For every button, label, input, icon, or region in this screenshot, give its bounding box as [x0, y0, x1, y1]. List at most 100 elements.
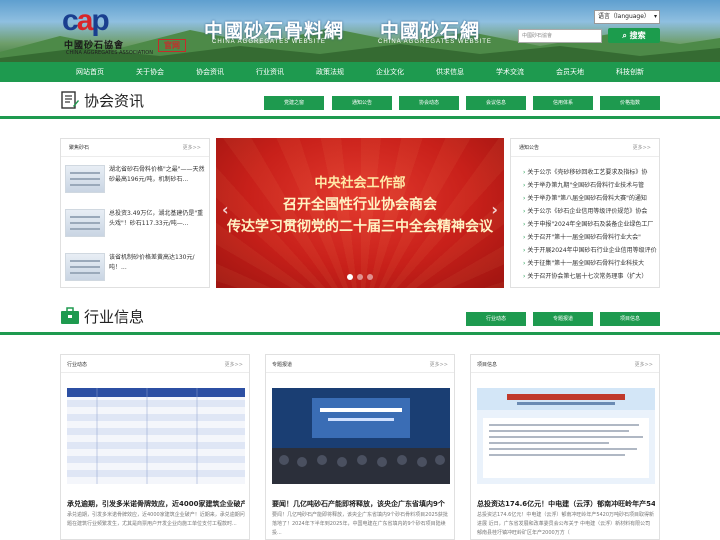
news-thumbnail	[65, 165, 105, 193]
logo-en-text: CHINA AGGREGATES ASSOCIATION	[66, 50, 153, 56]
news-thumbnail	[65, 209, 105, 237]
notice-item[interactable]: › 关于申报"2024年全国砂石及装备企业绿色工厂	[523, 219, 663, 231]
hero-banner[interactable]: 中央社会工作部 召开全国性行业协会商会 传达学习贯彻党的二十届三中全会精神会议 …	[216, 138, 504, 288]
notice-item[interactable]: › 关于征集"第十一届全国砂石骨料行业科技大	[523, 258, 663, 270]
assoc-tab-price[interactable]: 价格指数	[600, 96, 660, 110]
association-logo[interactable]: cap 中國砂石協會 CHINA AGGREGATES ASSOCIATION …	[60, 4, 200, 56]
box-header: 项目信息 更多>>	[471, 355, 659, 373]
arrow-right-icon: ›	[523, 221, 526, 228]
industry-tab-dynamics[interactable]: 行业动态	[466, 312, 526, 326]
nav-item-home[interactable]: 网站首页	[60, 62, 120, 82]
nav-item-tech[interactable]: 科技创新	[600, 62, 660, 82]
section-divider	[0, 116, 720, 119]
arrow-right-icon: ›	[523, 234, 526, 241]
list-item[interactable]: 该省机制砂价格差黄高达130元/吨！...	[65, 253, 207, 287]
assoc-tab-dynamics[interactable]: 协会动态	[399, 96, 459, 110]
arrow-right-icon: ›	[523, 273, 526, 280]
chevron-right-icon[interactable]: ›	[491, 200, 498, 219]
box-header: 通知公告 更多>>	[511, 139, 659, 157]
chevron-down-icon: ▾	[653, 13, 657, 20]
more-link[interactable]: 更多>>	[633, 144, 651, 151]
notice-item[interactable]: › 关于公示《壳砂移砂回收工艺要求及指标》协	[523, 167, 663, 179]
card-description: 要闻！几亿吨砂石产能即将释放，该央企广东省填内9个砂石骨料项目2025获批落地了…	[272, 512, 448, 536]
card-description: 承兑逾期，引发多米诺骨牌效应，近4000家建筑企业破产！近期来，承兑逾期问题在建…	[67, 512, 245, 527]
carousel-dot[interactable]	[367, 274, 373, 280]
more-link[interactable]: 更多>>	[225, 361, 243, 368]
focus-sand-box: 聚焦砂石 更多>> 湖北省砂石骨料价格"之最"——天然 砂最高196元/吨，机制砂…	[60, 138, 210, 288]
nav-item-members[interactable]: 会员天地	[540, 62, 600, 82]
industry-tab-special[interactable]: 专题报道	[533, 312, 593, 326]
search-button[interactable]: ⌕ 搜索	[608, 28, 660, 43]
banner-line-3: 传达学习贯彻党的二十届三中全会精神会议	[227, 219, 493, 235]
notice-item[interactable]: › 关于召开"第十一届全国砂石骨料行业大会"	[523, 232, 663, 244]
industry-tab-projects[interactable]: 项目信息	[600, 312, 660, 326]
search-input[interactable]: 中國砂石協會	[518, 29, 602, 43]
list-item[interactable]: 湖北省砂石骨料价格"之最"——天然 砂最高196元/吨，机制砂石...	[65, 165, 207, 199]
nav-item-about[interactable]: 关于协会	[120, 62, 180, 82]
arrow-right-icon: ›	[523, 247, 526, 254]
box-title: 专题报道	[272, 362, 293, 368]
arrow-right-icon: ›	[523, 195, 526, 202]
box-title: 行业动态	[67, 362, 88, 368]
carousel-dot[interactable]	[347, 274, 353, 280]
logo-cap-mark: cap	[62, 4, 110, 37]
industry-card[interactable]: 行业动态 更多>> 承兑逾期，引发多米诺骨牌效应，近4000家建筑企业破产 承兑…	[60, 354, 250, 540]
search-icon: ⌕	[622, 31, 627, 40]
assoc-tab-credit[interactable]: 信用体系	[533, 96, 593, 110]
nav-item-culture[interactable]: 企业文化	[360, 62, 420, 82]
list-item[interactable]: 总投资3.49万亿，湖北基建仍是"重 头戏"！砂石117.33元/吨—...	[65, 209, 207, 243]
assoc-tab-party[interactable]: 党建之窗	[264, 96, 324, 110]
briefcase-icon	[61, 307, 79, 324]
document-screenshot	[477, 388, 655, 484]
industry-card[interactable]: 项目信息 更多>> 总投资达174.6亿元！中电建（云浮）郁南冲旺岭年产542 …	[470, 354, 660, 540]
industry-section-title: 行业信息	[84, 308, 145, 326]
notice-item[interactable]: › 关于举办第九期"全国砂石骨料行业技术与管	[523, 180, 663, 192]
box-header: 聚焦砂石 更多>>	[61, 139, 209, 157]
box-title: 通知公告	[519, 145, 540, 151]
arrow-right-icon: ›	[523, 260, 526, 267]
notice-item[interactable]: › 关于开展2024年中国砂石行业企业信用等级评价	[523, 245, 663, 257]
notice-item[interactable]: › 关于公示《砂石企业信用等级评价规范》协会	[523, 206, 663, 218]
assoc-section-title: 协会资讯	[84, 92, 145, 110]
site-title-1-en: CHINA AGGREGATES WEBSITE	[212, 39, 326, 45]
conference-photo	[272, 388, 450, 484]
assoc-tab-notice[interactable]: 通知公告	[332, 96, 392, 110]
notice-item[interactable]: › 关于召开协会第七届十七次常务理事（扩大）	[523, 271, 663, 283]
carousel-dots	[216, 265, 504, 284]
arrow-right-icon: ›	[523, 208, 526, 215]
banner-line-1: 中央社会工作部	[314, 176, 406, 191]
more-link[interactable]: 更多>>	[430, 361, 448, 368]
official-seal: 官网	[158, 39, 186, 52]
banner-line-2: 召开全国性行业协会商会	[283, 197, 437, 213]
nav-item-policy[interactable]: 政策法规	[300, 62, 360, 82]
main-nav: 网站首页 关于协会 协会资讯 行业资讯 政策法规 企业文化 供求信息 学术交流 …	[0, 62, 720, 82]
chevron-left-icon[interactable]: ‹	[222, 200, 229, 219]
arrow-right-icon: ›	[523, 169, 526, 176]
language-select-label: 语言（language）	[598, 13, 650, 20]
site-header: cap 中國砂石協會 CHINA AGGREGATES ASSOCIATION …	[0, 0, 720, 62]
notice-box: 通知公告 更多>> › 关于公示《壳砂移砂回收工艺要求及指标》协 › 关于举办第九期…	[510, 138, 660, 288]
table-image	[67, 388, 245, 484]
card-headline: 承兑逾期，引发多米诺骨牌效应，近4000家建筑企业破产	[67, 500, 245, 508]
card-description: 总投资达174.6亿元！中电建（云浮）郁南冲旺岭年产5420万吨砂石项目取得新进…	[477, 512, 655, 536]
nav-item-industry-news[interactable]: 行业资讯	[240, 62, 300, 82]
carousel-dot[interactable]	[357, 274, 363, 280]
card-headline: 要闻！几亿吨砂石产能即将释放，该央企广东省填内9个	[272, 500, 445, 508]
notice-item[interactable]: › 关于举办第"第八届全国砂石骨料大赛"的通知	[523, 193, 663, 205]
nav-item-assoc-news[interactable]: 协会资讯	[180, 62, 240, 82]
card-headline: 总投资达174.6亿元！中电建（云浮）郁南冲旺岭年产542	[477, 500, 655, 508]
box-header: 专题报道 更多>>	[266, 355, 454, 373]
nav-item-academic[interactable]: 学术交流	[480, 62, 540, 82]
industry-card[interactable]: 专题报道 更多>> 要闻！几亿吨砂石产能即将释放，该央企广东省填内9个 要闻！几…	[265, 354, 455, 540]
document-icon	[61, 91, 79, 109]
nav-item-supply[interactable]: 供求信息	[420, 62, 480, 82]
more-link[interactable]: 更多>>	[635, 361, 653, 368]
search-button-label: 搜索	[629, 31, 646, 40]
language-select[interactable]: 语言（language） ▾	[594, 10, 660, 24]
box-header: 行业动态 更多>>	[61, 355, 249, 373]
box-title: 聚焦砂石	[69, 145, 90, 151]
more-link[interactable]: 更多>>	[183, 144, 201, 151]
section-divider	[0, 332, 720, 335]
news-text: 湖北省砂石骨料价格"之最"——天然 砂最高196元/吨，机制砂石...	[109, 166, 205, 183]
assoc-tab-meeting[interactable]: 会议信息	[466, 96, 526, 110]
